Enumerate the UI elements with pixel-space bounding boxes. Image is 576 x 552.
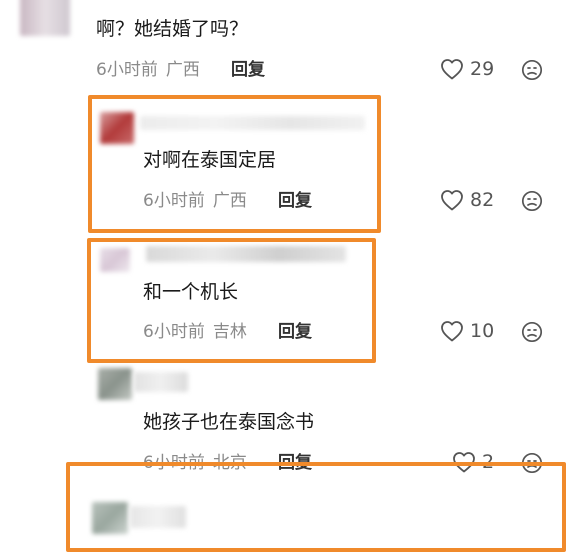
avatar[interactable] [20, 0, 70, 36]
heart-outline-icon [440, 320, 464, 342]
frown-face-icon [521, 321, 543, 343]
frown-face-icon [521, 59, 543, 81]
heart-outline-icon [440, 189, 464, 211]
highlight-box [88, 95, 381, 233]
like-button[interactable]: 29 [440, 58, 494, 80]
highlight-box [87, 238, 376, 363]
dislike-button[interactable] [521, 190, 543, 212]
frown-face-icon [521, 190, 543, 212]
like-button[interactable]: 82 [440, 189, 494, 211]
heart-outline-icon [440, 58, 464, 80]
reply-button[interactable]: 回复 [231, 59, 265, 81]
comment-text: 她孩子也在泰国念书 [143, 411, 315, 433]
like-count: 29 [470, 58, 495, 80]
like-button[interactable]: 10 [440, 320, 494, 342]
dislike-button[interactable] [521, 59, 543, 81]
dislike-button[interactable] [521, 321, 543, 343]
like-count: 82 [470, 189, 495, 211]
comment-time: 6小时前 [96, 60, 158, 80]
comment-meta: 6小时前 广西 [96, 59, 200, 81]
comment-location: 广西 [165, 60, 200, 80]
comment-text: 啊？她结婚了吗？ [96, 18, 249, 40]
avatar[interactable] [98, 368, 132, 400]
like-count: 10 [470, 320, 495, 342]
username [134, 372, 188, 392]
